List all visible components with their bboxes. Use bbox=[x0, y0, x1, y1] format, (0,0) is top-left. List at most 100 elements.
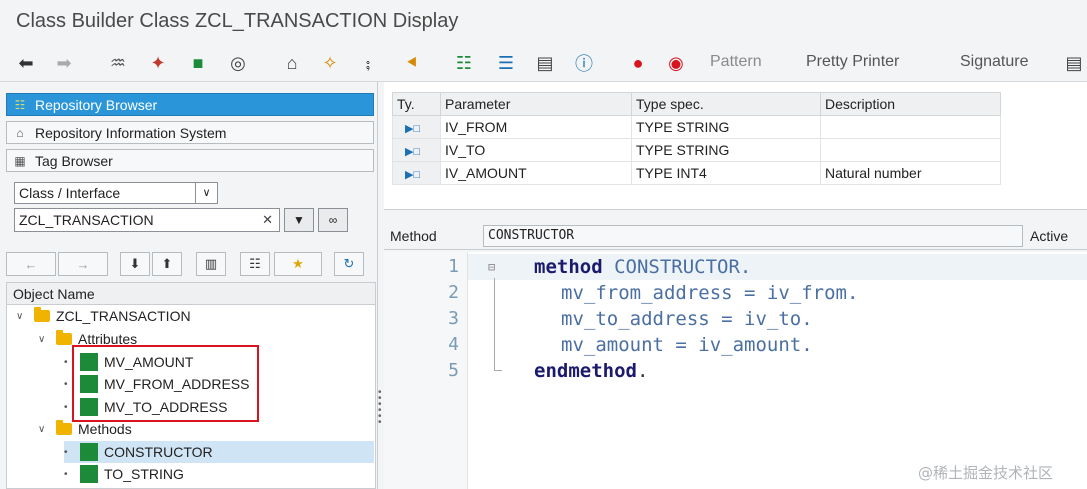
table-row[interactable]: ▶□ IV_FROM TYPE STRING bbox=[392, 115, 1001, 139]
object-list-icon[interactable]: ✦ bbox=[146, 51, 170, 75]
hierarchy-icon[interactable]: ⌂ bbox=[280, 51, 304, 75]
back-arrow-icon[interactable]: ⬅ bbox=[14, 51, 38, 75]
expand-all-button[interactable]: ⬇ bbox=[120, 252, 150, 276]
folder-icon bbox=[34, 307, 50, 322]
code-line[interactable]: mv_from_address = iv_from. bbox=[561, 280, 858, 306]
status-label: Active bbox=[1030, 228, 1069, 244]
magic-wand-icon[interactable]: ✧ bbox=[318, 51, 342, 75]
window-title: Class Builder Class ZCL_TRANSACTION Disp… bbox=[16, 10, 459, 32]
tree-forward-button[interactable]: → bbox=[58, 252, 108, 276]
parameter-cell[interactable]: IV_FROM bbox=[440, 115, 632, 139]
favorites-button[interactable]: ★ bbox=[274, 252, 322, 276]
table-row[interactable]: ▶□ IV_TO TYPE STRING bbox=[392, 138, 1001, 162]
refresh-button[interactable]: ↻ bbox=[334, 252, 364, 276]
tree-node-label: TO_STRING bbox=[104, 466, 184, 482]
code-line[interactable]: endmethod. bbox=[534, 358, 648, 384]
line-number: 2 bbox=[448, 282, 459, 303]
table-row[interactable]: ▶□ IV_AMOUNT TYPE INT4 Natural number bbox=[392, 161, 1001, 185]
signature-button[interactable]: Signature bbox=[960, 53, 1029, 71]
tree-toolbar: ← → ⬇ ⬆ ▥ ☷ ★ ↻ bbox=[6, 252, 376, 276]
tree-back-button[interactable]: ← bbox=[6, 252, 56, 276]
stamp-icon[interactable]: ⨟ bbox=[356, 51, 380, 75]
description-cell[interactable] bbox=[820, 115, 1001, 139]
chevron-down-icon[interactable]: ∨ bbox=[38, 334, 50, 345]
column-header[interactable]: Parameter bbox=[440, 92, 632, 116]
tree-node-methods[interactable]: ∨ Methods bbox=[38, 418, 132, 440]
breakpoint-icon[interactable]: ◉ bbox=[664, 51, 688, 75]
binoculars-icon: ▥ bbox=[204, 256, 218, 271]
watermark: @稀土掘金技术社区 bbox=[918, 464, 1054, 482]
code-editor[interactable]: 1 2 3 4 5 ⊟ method CONSTRUCTOR. mv_from_… bbox=[384, 252, 1087, 489]
expand-icon: ⬇ bbox=[129, 256, 141, 271]
fold-line bbox=[494, 278, 495, 370]
chevron-down-icon[interactable]: ∨ bbox=[195, 183, 217, 203]
method-icon bbox=[80, 465, 98, 483]
stop-icon[interactable]: ● bbox=[626, 51, 650, 75]
highlight-box bbox=[72, 345, 259, 422]
parameter-cell[interactable]: IV_TO bbox=[440, 138, 632, 162]
object-name-input[interactable]: ZCL_TRANSACTION ✕ bbox=[14, 208, 280, 232]
panel-splitter[interactable]: • • • • • • bbox=[378, 388, 382, 430]
hierarchy-button[interactable]: ☷ bbox=[240, 252, 270, 276]
navigate-icon[interactable]: ⯇ bbox=[400, 51, 424, 75]
column-header[interactable]: Type spec. bbox=[631, 92, 821, 116]
glasses-icon: ∞ bbox=[328, 213, 338, 227]
tree-node-label: Methods bbox=[78, 421, 132, 437]
tree-node-root[interactable]: ∨ ZCL_TRANSACTION bbox=[16, 305, 191, 327]
chevron-down-icon[interactable]: ∨ bbox=[16, 311, 28, 322]
column-header[interactable]: Description bbox=[820, 92, 1001, 116]
folder-icon bbox=[56, 330, 72, 345]
glasses-icon[interactable]: ♒ bbox=[106, 51, 130, 75]
refresh-icon: ↻ bbox=[343, 256, 355, 271]
type-spec-cell[interactable]: TYPE STRING bbox=[631, 138, 821, 162]
find-button[interactable]: ▥ bbox=[196, 252, 226, 276]
parameters-table: Ty. Parameter Type spec. Description ▶□ … bbox=[392, 92, 1001, 185]
bullet-icon: • bbox=[64, 468, 68, 480]
display-button[interactable]: ∞ bbox=[318, 208, 348, 232]
triangle-down-icon: ▼ bbox=[293, 213, 305, 227]
clear-icon[interactable]: ✕ bbox=[262, 209, 273, 231]
more-icon[interactable]: ▤ bbox=[1062, 51, 1086, 75]
object-type-select[interactable]: Class / Interface ∨ bbox=[14, 182, 218, 204]
column-header[interactable]: Ty. bbox=[392, 92, 441, 116]
fold-line-end bbox=[494, 370, 502, 371]
type-spec-cell[interactable]: TYPE STRING bbox=[631, 115, 821, 139]
type-spec-cell[interactable]: TYPE INT4 bbox=[631, 161, 821, 185]
description-cell[interactable]: Natural number bbox=[820, 161, 1001, 185]
pattern-button[interactable]: Pattern bbox=[710, 53, 762, 71]
repository-browser-label: Repository Browser bbox=[35, 96, 158, 113]
application-toolbar: ⬅ ➡ ♒ ✦ ■ ◎ ⌂ ✧ ⨟ ⯇ ☷ ☰ ▤ ⓘ ● ◉ Pattern … bbox=[0, 44, 1087, 82]
importing-icon: ▶□ bbox=[392, 115, 441, 139]
collapse-all-button[interactable]: ⬆ bbox=[152, 252, 182, 276]
forward-arrow-icon[interactable]: ➡ bbox=[52, 51, 76, 75]
code-line[interactable]: method CONSTRUCTOR. bbox=[534, 254, 751, 280]
tree-node-method-selected[interactable]: • CONSTRUCTOR bbox=[64, 441, 374, 463]
keyword: method bbox=[534, 256, 603, 278]
description-cell[interactable] bbox=[820, 138, 1001, 162]
structure-icon[interactable]: ☷ bbox=[452, 51, 476, 75]
code-line[interactable]: mv_to_address = iv_to. bbox=[561, 306, 813, 332]
tree-node-method[interactable]: • TO_STRING bbox=[64, 463, 184, 485]
table-icon[interactable]: ▤ bbox=[533, 51, 557, 75]
activate-icon[interactable]: ■ bbox=[186, 51, 210, 75]
line-number-gutter: 1 2 3 4 5 bbox=[384, 252, 468, 489]
parameter-cell[interactable]: IV_AMOUNT bbox=[440, 161, 632, 185]
tag-browser-button[interactable]: ▦ Tag Browser bbox=[6, 149, 374, 172]
method-name-field: CONSTRUCTOR bbox=[483, 225, 1023, 247]
where-used-icon[interactable]: ◎ bbox=[226, 51, 250, 75]
pretty-printer-button[interactable]: Pretty Printer bbox=[806, 53, 899, 71]
forward-arrow-icon: → bbox=[76, 256, 90, 272]
repository-info-system-button[interactable]: ⌂ Repository Information System bbox=[6, 121, 374, 144]
dropdown-button[interactable]: ▼ bbox=[284, 208, 314, 232]
info-icon[interactable]: ⓘ bbox=[572, 51, 596, 75]
fold-toggle-icon[interactable]: ⊟ bbox=[488, 260, 495, 274]
layout-icon[interactable]: ☰ bbox=[494, 51, 518, 75]
object-type-value: Class / Interface bbox=[19, 185, 121, 201]
hierarchy-icon: ☷ bbox=[249, 256, 261, 271]
repository-browser-button[interactable]: ☷ Repository Browser bbox=[6, 93, 374, 116]
tree-header: Object Name bbox=[7, 283, 375, 305]
punctuation: . bbox=[636, 360, 649, 382]
chevron-down-icon[interactable]: ∨ bbox=[38, 424, 50, 435]
code-line[interactable]: mv_amount = iv_amount. bbox=[561, 332, 813, 358]
back-arrow-icon: ← bbox=[24, 256, 38, 272]
